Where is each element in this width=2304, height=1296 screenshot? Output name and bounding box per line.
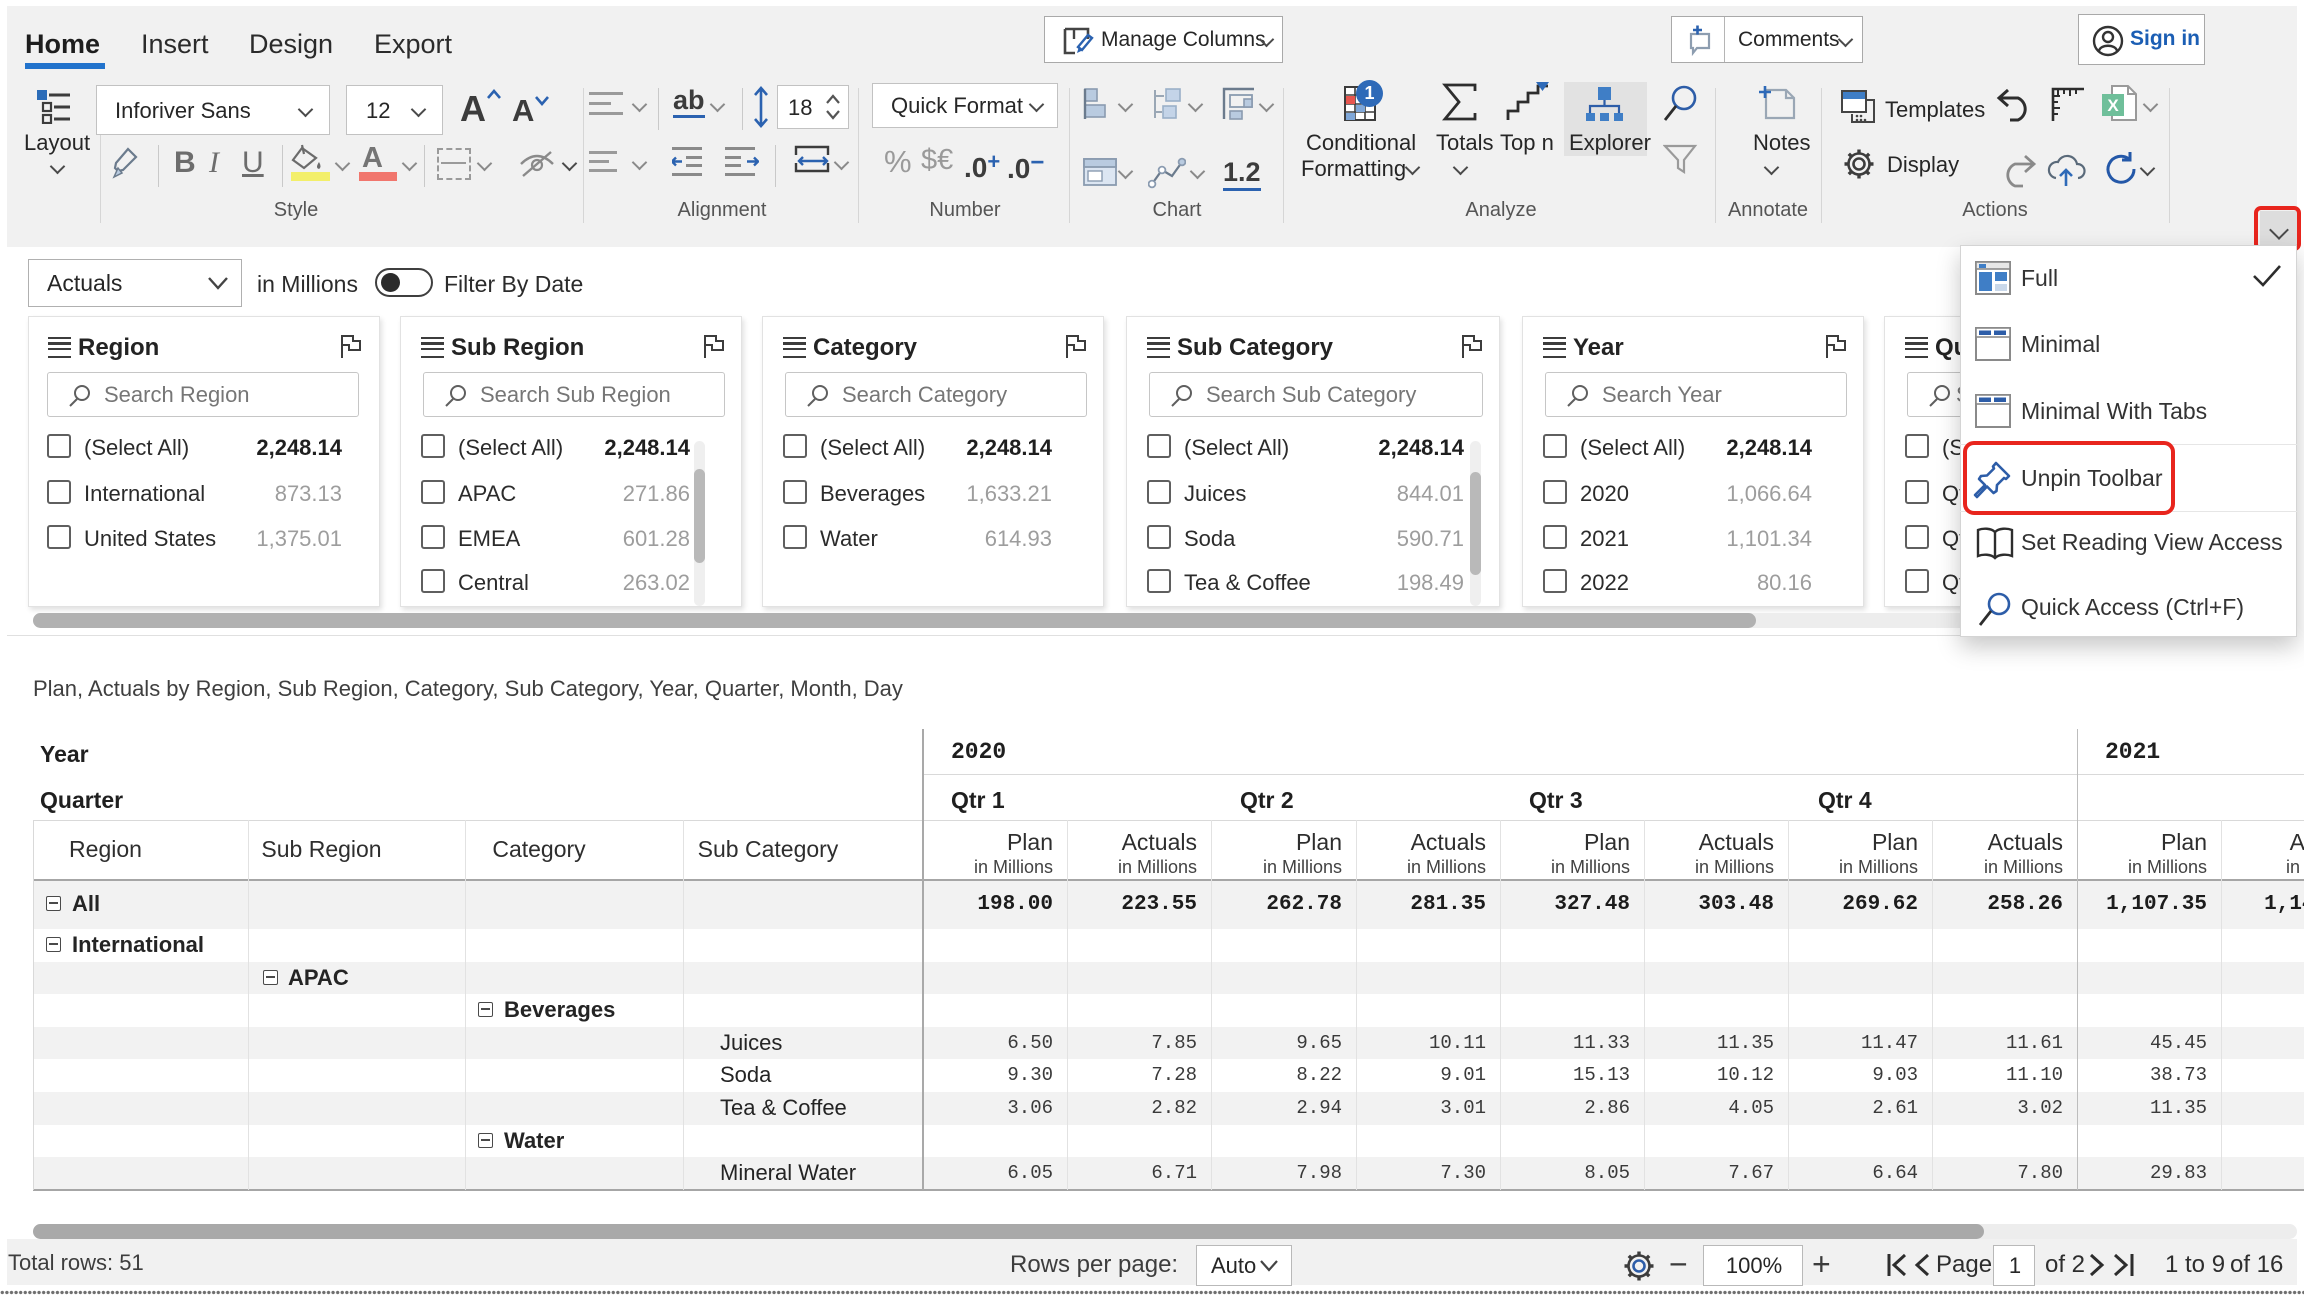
svg-text:X: X (2107, 96, 2119, 115)
